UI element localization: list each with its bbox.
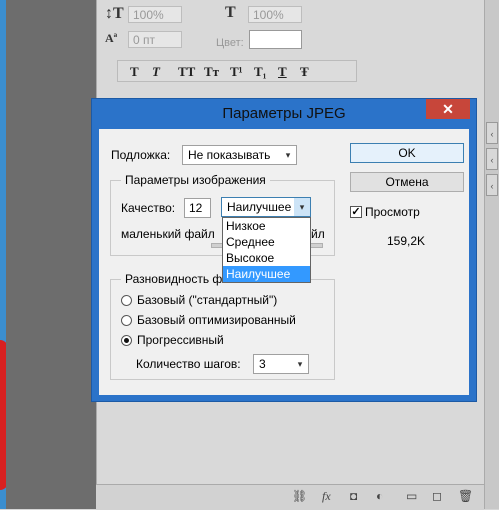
- baseline-optimized-label[interactable]: Базовый оптимизированный: [137, 313, 296, 327]
- baseline-standard-label[interactable]: Базовый ("стандартный"): [137, 293, 277, 307]
- baseline-standard-radio[interactable]: [121, 295, 132, 306]
- quality-options-list[interactable]: Низкое Среднее Высокое Наилучшее: [222, 217, 311, 283]
- scans-label: Количество шагов:: [136, 357, 241, 371]
- format-options-title: Разновидность ф: [121, 272, 227, 286]
- faux-italic-button[interactable]: T: [152, 64, 160, 80]
- format-options-group: Разновидность ф Базовый ("стандартный") …: [110, 272, 335, 380]
- scans-dropdown[interactable]: 3 ▾: [253, 354, 309, 374]
- progressive-radio[interactable]: [121, 335, 132, 346]
- preview-label[interactable]: Просмотр: [365, 205, 420, 219]
- dialog-title: Параметры JPEG: [222, 105, 346, 122]
- scroll-arrow-icon[interactable]: ‹: [486, 148, 498, 170]
- quality-option-medium[interactable]: Среднее: [223, 234, 310, 250]
- baseline-optimized-radio[interactable]: [121, 315, 132, 326]
- mask-icon[interactable]: ◘: [350, 489, 357, 503]
- vertical-scale-field[interactable]: 100%: [128, 6, 182, 23]
- progressive-label[interactable]: Прогрессивный: [137, 333, 224, 347]
- cancel-button[interactable]: Отмена: [350, 172, 464, 192]
- faux-bold-button[interactable]: T: [130, 64, 139, 80]
- trash-icon[interactable]: 🗑: [458, 489, 473, 503]
- text-style-buttons: T T TT Tт T¹ T₁ T Ŧ: [117, 60, 357, 82]
- color-label: Цвет:: [216, 37, 244, 49]
- panel-scrollbar[interactable]: ‹ ‹ ‹: [484, 0, 499, 509]
- baseline-shift-icon: Aª: [105, 31, 118, 45]
- fx-icon[interactable]: fx: [322, 489, 331, 504]
- image-options-title: Параметры изображения: [121, 173, 270, 187]
- small-file-label: маленький файл: [121, 227, 215, 241]
- quality-label: Качество:: [121, 201, 176, 215]
- all-caps-button[interactable]: TT: [178, 64, 195, 80]
- close-button[interactable]: ✕: [426, 99, 470, 119]
- horizontal-scale-field[interactable]: 100%: [248, 6, 302, 23]
- file-size: 159,2K: [387, 234, 426, 248]
- horizontal-scale-icon: T: [225, 4, 236, 21]
- ok-button[interactable]: OK: [350, 143, 464, 163]
- underline-button[interactable]: T: [278, 64, 287, 80]
- small-caps-button[interactable]: Tт: [204, 64, 219, 80]
- title-bar[interactable]: Параметры JPEG ✕: [92, 99, 476, 129]
- workspace-gap: [6, 0, 96, 509]
- matte-value: Не показывать: [188, 148, 271, 162]
- strikethrough-button[interactable]: Ŧ: [300, 64, 309, 80]
- scroll-arrow-icon[interactable]: ‹: [486, 122, 498, 144]
- quality-option-maximum[interactable]: Наилучшее: [223, 266, 310, 282]
- quality-input[interactable]: 12: [184, 198, 211, 218]
- matte-dropdown[interactable]: Не показывать ▾: [182, 145, 297, 165]
- layers-bottom-bar: ⛓ fx ◘ ◐ ▭ ◻ 🗑: [96, 484, 484, 510]
- link-icon[interactable]: ⛓: [292, 489, 307, 503]
- color-swatch[interactable]: [249, 30, 302, 49]
- chevron-down-icon: ▾: [294, 198, 310, 216]
- quality-option-high[interactable]: Высокое: [223, 250, 310, 266]
- matte-label: Подложка:: [111, 148, 171, 162]
- adjustment-icon[interactable]: ◐: [376, 489, 383, 503]
- subscript-button[interactable]: T₁: [254, 64, 267, 80]
- new-layer-icon[interactable]: ◻: [432, 489, 442, 503]
- quality-dropdown-value: Наилучшее: [227, 200, 292, 214]
- chevron-down-icon: ▾: [285, 150, 291, 160]
- preview-checkbox[interactable]: ✓: [350, 206, 362, 218]
- chevron-down-icon: ▾: [297, 359, 303, 369]
- large-file-label: йл: [311, 227, 325, 241]
- quality-option-low[interactable]: Низкое: [223, 218, 310, 234]
- scans-value: 3: [259, 357, 266, 371]
- quality-dropdown[interactable]: Наилучшее ▾: [221, 197, 311, 217]
- folder-icon[interactable]: ▭: [406, 489, 417, 503]
- baseline-shift-field[interactable]: 0 пт: [128, 31, 182, 48]
- superscript-button[interactable]: T¹: [230, 64, 243, 80]
- vertical-scale-icon: ↕T: [105, 5, 124, 22]
- scroll-arrow-icon[interactable]: ‹: [486, 174, 498, 196]
